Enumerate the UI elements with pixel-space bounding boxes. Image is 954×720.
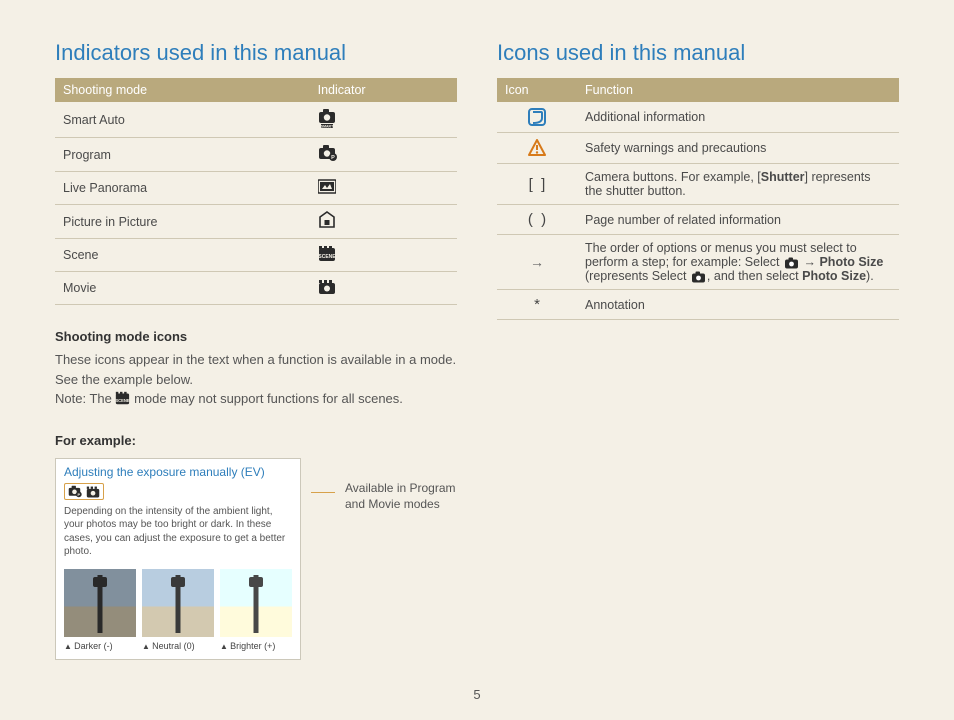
program-icon (310, 138, 457, 172)
mode-name: Scene (55, 239, 310, 272)
col-header-indicator: Indicator (310, 78, 457, 102)
icons-table: Icon Function Additional information Saf… (497, 78, 899, 320)
table-row: Program (55, 138, 457, 172)
table-row: Additional information (497, 102, 899, 133)
example-card: Adjusting the exposure manually (EV) Dep… (55, 458, 301, 660)
smart-auto-icon (310, 102, 457, 138)
example-title: Adjusting the exposure manually (EV) (64, 465, 292, 479)
table-row: * Annotation (497, 290, 899, 320)
function-desc: Safety warnings and precautions (577, 133, 899, 164)
warning-icon (497, 133, 577, 164)
mode-name: Live Panorama (55, 172, 310, 205)
scene-icon (115, 391, 130, 405)
scene-icon (310, 239, 457, 272)
mode-name: Picture in Picture (55, 205, 310, 239)
function-desc: Page number of related information (577, 205, 899, 235)
table-row: Safety warnings and precautions (497, 133, 899, 164)
shooting-mode-icons-text: These icons appear in the text when a fu… (55, 350, 457, 409)
arrow-icon: → (497, 235, 577, 290)
example-block: Adjusting the exposure manually (EV) Dep… (55, 458, 457, 660)
table-row: Live Panorama (55, 172, 457, 205)
col-header-function: Function (577, 78, 899, 102)
table-row: Picture in Picture (55, 205, 457, 239)
left-column: Indicators used in this manual Shooting … (55, 40, 457, 660)
movie-icon (310, 272, 457, 305)
mode-name: Movie (55, 272, 310, 305)
indicators-heading: Indicators used in this manual (55, 40, 457, 66)
mode-name: Program (55, 138, 310, 172)
col-header-icon: Icon (497, 78, 577, 102)
mode-name: Smart Auto (55, 102, 310, 138)
function-desc: Additional information (577, 102, 899, 133)
parens-icon: ( ) (497, 205, 577, 235)
asterisk-icon: * (497, 290, 577, 320)
panorama-icon (310, 172, 457, 205)
thumb-neutral: Neutral (0) (142, 569, 214, 651)
note-icon (497, 102, 577, 133)
table-row: Smart Auto (55, 102, 457, 138)
camera-tiny-icon (692, 271, 705, 283)
function-desc: Camera buttons. For example, [Shutter] r… (577, 164, 899, 205)
table-row: → The order of options or menus you must… (497, 235, 899, 290)
program-icon (68, 485, 82, 498)
table-row: [ ] Camera buttons. For example, [Shutte… (497, 164, 899, 205)
callout-connector (311, 492, 335, 493)
thumb-darker: Darker (-) (64, 569, 136, 651)
example-mode-icons (64, 483, 104, 500)
example-body: Depending on the intensity of the ambien… (64, 505, 292, 559)
col-header-mode: Shooting mode (55, 78, 310, 102)
function-desc: Annotation (577, 290, 899, 320)
camera-tiny-icon (785, 257, 798, 269)
table-row: Movie (55, 272, 457, 305)
pip-icon (310, 205, 457, 239)
page-number: 5 (473, 687, 480, 702)
brackets-icon: [ ] (497, 164, 577, 205)
for-example-heading: For example: (55, 433, 457, 448)
table-row: Scene (55, 239, 457, 272)
shooting-mode-icons-heading: Shooting mode icons (55, 329, 457, 344)
thumb-brighter: Brighter (+) (220, 569, 292, 651)
movie-icon (86, 485, 100, 498)
callout-text: Available in Program and Movie modes (345, 480, 457, 514)
right-column: Icons used in this manual Icon Function … (497, 40, 899, 660)
shooting-mode-table: Shooting mode Indicator Smart Auto Progr… (55, 78, 457, 305)
function-desc: The order of options or menus you must s… (577, 235, 899, 290)
icons-heading: Icons used in this manual (497, 40, 899, 66)
table-row: ( ) Page number of related information (497, 205, 899, 235)
